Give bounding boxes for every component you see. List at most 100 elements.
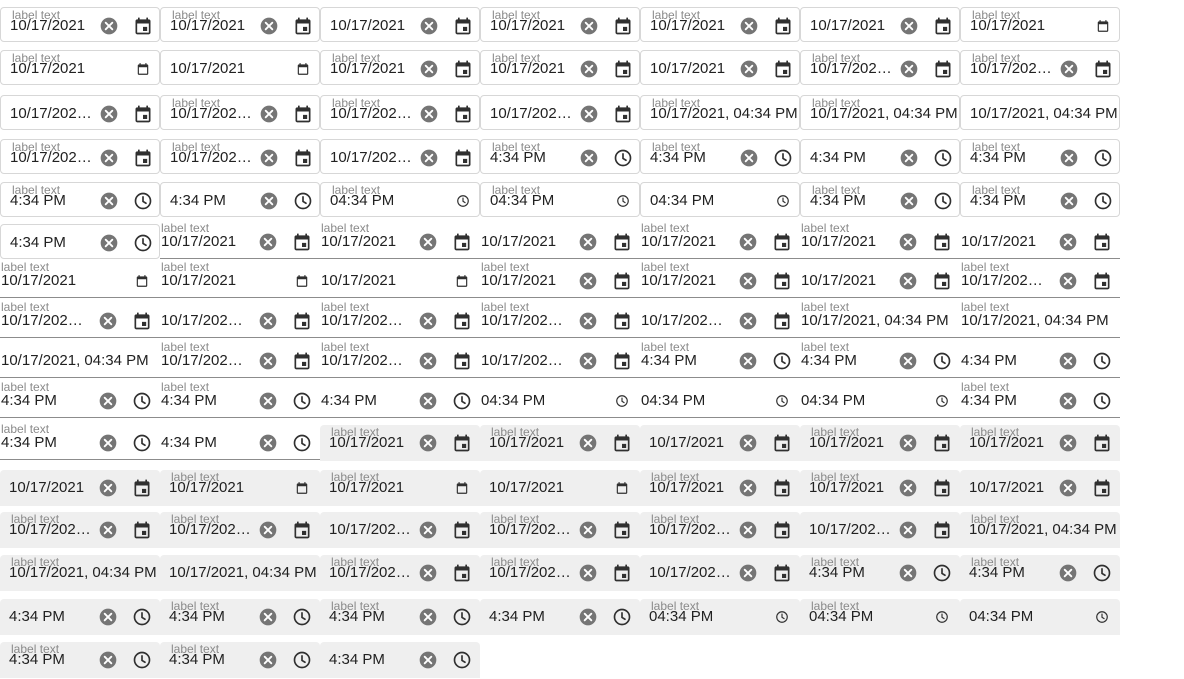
picker-field[interactable]: label text 10/17/2021, 04:34 PM (800, 95, 960, 130)
calendar-icon[interactable] (1092, 478, 1112, 498)
clear-icon[interactable] (898, 271, 918, 291)
clear-icon[interactable] (259, 148, 279, 168)
clear-icon[interactable] (899, 59, 919, 79)
clock-icon[interactable] (1092, 351, 1112, 371)
picker-field[interactable]: label text 10/17/2021 (960, 7, 1120, 42)
picker-field[interactable]: 10/17/2021 (160, 50, 320, 85)
clear-icon[interactable] (738, 311, 758, 331)
field-value[interactable]: 10/17/2021 (969, 434, 1044, 452)
clear-icon[interactable] (258, 391, 278, 411)
clear-icon[interactable] (418, 351, 438, 371)
picker-field[interactable]: label text 10/17/2021 (0, 7, 160, 42)
field-value[interactable]: 10/17/2021 (489, 434, 564, 452)
picker-field[interactable]: label text 4:34 PM (160, 599, 320, 635)
field-value[interactable]: 10/17/2021, 04:34 PM (801, 312, 949, 330)
picker-field[interactable]: 4:34 PM (320, 383, 480, 418)
picker-field[interactable]: label text 4:34 PM (960, 381, 1120, 418)
picker-field[interactable]: label text 4:34 PM (800, 341, 960, 378)
picker-field[interactable]: label text 10/17/202… (160, 512, 320, 548)
field-value[interactable]: 4:34 PM (170, 192, 226, 210)
calendar-icon[interactable] (133, 148, 153, 168)
field-value[interactable]: 4:34 PM (161, 392, 217, 410)
clear-icon[interactable] (579, 104, 599, 124)
field-value[interactable]: 10/17/2021, 04:34 PM (169, 564, 317, 582)
clear-icon[interactable] (1059, 148, 1079, 168)
clear-icon[interactable] (898, 433, 918, 453)
field-value[interactable]: 4:34 PM (10, 234, 66, 252)
calendar-icon[interactable] (772, 520, 792, 540)
calendar-icon[interactable] (296, 62, 310, 76)
field-value[interactable]: 10/17/2021 (489, 479, 564, 497)
picker-field[interactable]: label text 4:34 PM (160, 381, 320, 418)
field-value[interactable]: 04:34 PM (809, 608, 873, 626)
picker-field[interactable]: 10/17/202… (320, 139, 480, 174)
field-value[interactable]: 4:34 PM (9, 608, 65, 626)
calendar-icon[interactable] (292, 232, 312, 252)
field-value[interactable]: 10/17/202… (649, 564, 731, 582)
calendar-icon[interactable] (453, 59, 473, 79)
picker-field[interactable]: label text 4:34 PM (0, 423, 160, 460)
calendar-icon[interactable] (933, 16, 953, 36)
clear-icon[interactable] (578, 311, 598, 331)
field-value[interactable]: 4:34 PM (801, 352, 857, 370)
field-value[interactable]: 10/17/2021, 04:34 PM (650, 105, 798, 123)
field-value[interactable]: 04:34 PM (969, 608, 1033, 626)
clock-icon[interactable] (132, 433, 152, 453)
picker-field[interactable]: label text 4:34 PM (160, 642, 320, 678)
field-value[interactable]: 10/17/2021 (330, 17, 405, 35)
picker-field[interactable]: label text 10/17/2021 (160, 7, 320, 42)
field-value[interactable]: 04:34 PM (481, 392, 545, 410)
field-value[interactable]: 10/17/2021 (641, 233, 716, 251)
clock-icon[interactable] (133, 191, 153, 211)
picker-field[interactable]: 04:34 PM (640, 383, 800, 418)
clear-icon[interactable] (738, 232, 758, 252)
field-value[interactable]: 4:34 PM (329, 608, 385, 626)
field-value[interactable]: 10/17/2021, … (961, 272, 1043, 290)
clock-icon[interactable] (933, 191, 953, 211)
clear-icon[interactable] (259, 191, 279, 211)
clear-icon[interactable] (418, 520, 438, 540)
clear-icon[interactable] (738, 563, 758, 583)
field-value[interactable]: 10/17/2021 (490, 60, 565, 78)
calendar-icon[interactable] (615, 481, 629, 495)
calendar-icon[interactable] (1093, 59, 1113, 79)
clock-icon[interactable] (1093, 148, 1113, 168)
picker-field[interactable]: 10/17/2021, 04:34 PM (960, 95, 1120, 130)
clear-icon[interactable] (579, 148, 599, 168)
picker-field[interactable]: 04:34 PM (640, 182, 800, 217)
clear-icon[interactable] (1058, 563, 1078, 583)
field-value[interactable]: 10/17/2021 (961, 233, 1036, 251)
clock-icon[interactable] (932, 351, 952, 371)
clear-icon[interactable] (578, 433, 598, 453)
field-value[interactable]: 4:34 PM (810, 149, 866, 167)
calendar-icon[interactable] (932, 232, 952, 252)
clear-icon[interactable] (899, 191, 919, 211)
clear-icon[interactable] (578, 351, 598, 371)
picker-field[interactable]: label text 4:34 PM (0, 381, 160, 418)
clear-icon[interactable] (99, 233, 119, 253)
clear-icon[interactable] (578, 607, 598, 627)
field-value[interactable]: 10/17/2021, … (161, 312, 243, 330)
field-value[interactable]: 10/17/2021 (169, 479, 244, 497)
field-value[interactable]: 4:34 PM (10, 192, 66, 210)
field-value[interactable]: 04:34 PM (801, 392, 865, 410)
calendar-icon[interactable] (772, 311, 792, 331)
clock-icon[interactable] (132, 650, 152, 670)
clear-icon[interactable] (738, 433, 758, 453)
field-value[interactable]: 10/17/202… (329, 521, 411, 539)
calendar-icon[interactable] (133, 16, 153, 36)
clear-icon[interactable] (98, 478, 118, 498)
clear-icon[interactable] (418, 650, 438, 670)
clock-icon[interactable] (612, 607, 632, 627)
clock-icon[interactable] (1093, 191, 1113, 211)
clock-icon[interactable] (1092, 563, 1112, 583)
field-value[interactable]: 10/17/2021, 04:34 PM (1, 352, 149, 370)
calendar-icon[interactable] (133, 104, 153, 124)
picker-field[interactable]: label text 10/17/2021, 04:34 PM (960, 512, 1120, 548)
calendar-icon[interactable] (932, 271, 952, 291)
field-value[interactable]: 4:34 PM (809, 564, 865, 582)
picker-field[interactable]: 10/17/2021, … (480, 343, 640, 378)
picker-field[interactable]: 10/17/2021 (960, 470, 1120, 506)
clear-icon[interactable] (419, 104, 439, 124)
picker-field[interactable]: label text 10/17/202… (0, 139, 160, 174)
